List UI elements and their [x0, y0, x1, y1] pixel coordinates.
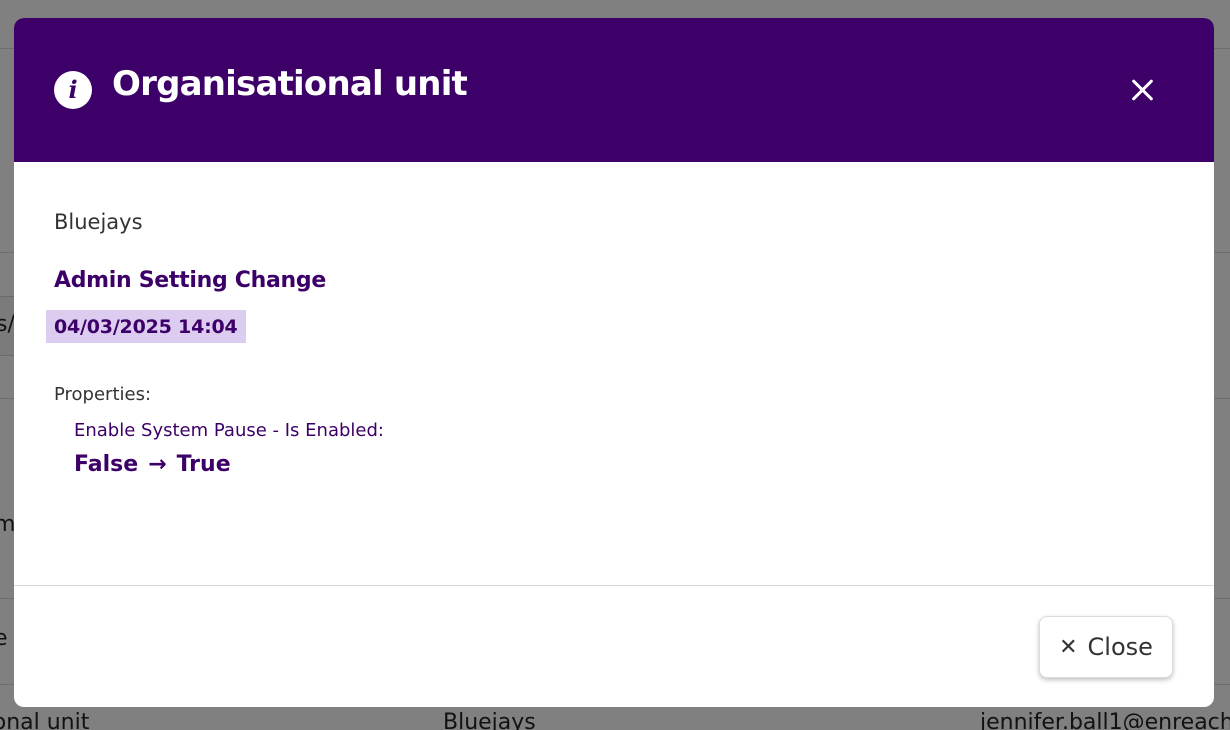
dialog-title: Organisational unit — [112, 64, 468, 104]
footer-divider — [14, 585, 1214, 586]
organisational-unit-dialog: i Organisational unit Bluejays Admin Set… — [14, 18, 1214, 707]
close-icon[interactable] — [1124, 72, 1160, 108]
dialog-header: i Organisational unit — [14, 18, 1214, 162]
event-title: Admin Setting Change — [54, 268, 326, 293]
event-date-badge: 04/03/2025 14:04 — [46, 310, 246, 343]
new-value: True — [176, 452, 231, 477]
dialog-body: Bluejays Admin Setting Change 04/03/2025… — [14, 162, 1214, 585]
arrow-right-icon: → — [148, 452, 167, 477]
property-name: Enable System Pause - Is Enabled: — [74, 420, 384, 441]
close-button-label: Close — [1087, 633, 1153, 661]
properties-label: Properties: — [54, 384, 152, 405]
unit-name: Bluejays — [54, 210, 143, 234]
close-icon: ✕ — [1059, 634, 1078, 660]
info-icon: i — [54, 71, 92, 109]
property-value-change: False → True — [74, 452, 231, 477]
old-value: False — [74, 452, 139, 477]
close-button[interactable]: ✕ Close — [1039, 616, 1173, 678]
